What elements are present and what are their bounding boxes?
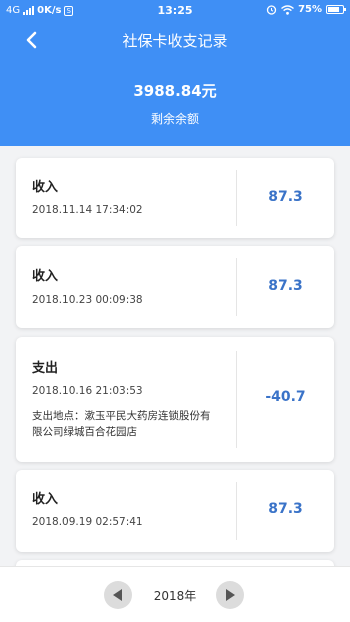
record-list[interactable]: 收入 2018.11.14 17:34:02 87.3 收入 2018.10.2… — [0, 146, 350, 566]
status-right: 75% — [266, 4, 346, 15]
record-time: 2018.11.14 17:34:02 — [32, 204, 143, 216]
record-type: 收入 — [32, 180, 59, 195]
record-type: 支出 — [32, 361, 59, 376]
record-amount: 87.3 — [268, 278, 303, 294]
triangle-right-icon — [226, 589, 235, 601]
record-type: 收入 — [32, 492, 59, 507]
record-amount: 87.3 — [268, 189, 303, 205]
record-place: 支出地点：漱玉平民大药房连锁股份有 限公司绿城百合花园店 — [32, 408, 238, 440]
battery-icon — [326, 5, 346, 14]
status-bar: 4G 0K/s S 13:25 75% — [0, 0, 350, 22]
header: 4G 0K/s S 13:25 75% 社保卡收支记录 3988.84元 剩余余… — [0, 0, 350, 146]
place-text-1: 漱玉平民大药房连锁股份有 — [84, 410, 211, 422]
page-title: 社保卡收支记录 — [122, 32, 228, 50]
record-time: 2018.10.16 21:03:53 — [32, 385, 143, 397]
record-type: 收入 — [32, 269, 59, 284]
record-amount: 87.3 — [268, 501, 303, 517]
year-navigator: 2018年 — [0, 566, 350, 622]
place-text-2: 限公司绿城百合花园店 — [32, 426, 137, 438]
battery-percent: 75% — [298, 4, 322, 15]
place-label: 支出地点： — [32, 410, 85, 422]
balance-label: 剩余余额 — [150, 112, 199, 126]
record-time: 2018.09.19 02:57:41 — [32, 516, 143, 528]
record-card[interactable]: 收入 2018.10.23 00:09:38 87.3 — [16, 246, 334, 328]
record-card[interactable]: 支出 2018.10.16 21:03:53 支出地点：漱玉平民大药房连锁股份有… — [16, 337, 334, 462]
balance-amount: 3988.84元 — [133, 82, 217, 100]
record-card[interactable]: 收入 2018.09.19 02:57:41 87.3 — [16, 470, 334, 552]
record-amount: -40.7 — [265, 389, 306, 405]
record-time: 2018.10.23 00:09:38 — [32, 294, 143, 306]
record-card[interactable]: 收入 2018.11.14 17:34:02 87.3 — [16, 158, 334, 238]
place-line-1: 支出地点：漱玉平民大药房连锁股份有 — [32, 408, 238, 424]
year-label: 2018年 — [153, 589, 197, 603]
alarm-icon — [266, 5, 277, 15]
next-year-button[interactable] — [216, 581, 244, 609]
wifi-icon — [281, 4, 295, 15]
